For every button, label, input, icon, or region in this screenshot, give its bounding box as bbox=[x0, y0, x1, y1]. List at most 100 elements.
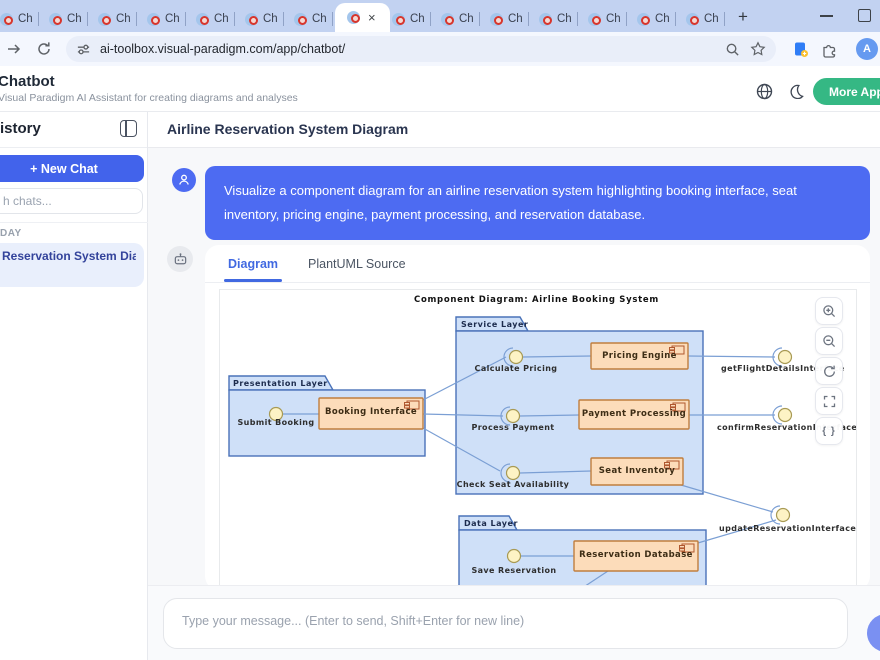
tab-label: Ch bbox=[18, 13, 33, 25]
app-header: Chatbot Visual Paradigm AI Assistant for… bbox=[0, 66, 880, 112]
component-seat-inventory: Seat Inventory bbox=[591, 466, 683, 476]
browser-tab[interactable]: Ch bbox=[284, 6, 333, 32]
history-sidebar: istory + New Chat DAY e Reservation Syst… bbox=[0, 112, 148, 660]
new-chat-button[interactable]: + New Chat bbox=[0, 155, 144, 182]
address-bar[interactable]: ai-toolbox.visual-paradigm.com/app/chatb… bbox=[66, 36, 776, 62]
dark-mode-moon-icon[interactable] bbox=[789, 84, 804, 99]
tab-close-icon[interactable]: × bbox=[368, 11, 376, 24]
tab-label: Ch bbox=[557, 13, 572, 25]
sidebar-divider bbox=[0, 222, 148, 223]
browser-tab[interactable]: Ch bbox=[186, 6, 235, 32]
port-check-seat-availability: Check Seat Availability bbox=[452, 480, 574, 489]
component-diagram-canvas bbox=[220, 290, 856, 585]
language-globe-icon[interactable] bbox=[756, 83, 773, 100]
sidebar-header: istory bbox=[0, 112, 147, 148]
user-message-bubble: Visualize a component diagram for an air… bbox=[205, 166, 870, 240]
browser-profile-avatar[interactable]: A bbox=[856, 38, 878, 60]
main-panel: Airline Reservation System Diagram Visua… bbox=[148, 112, 880, 660]
tab-favicon bbox=[441, 13, 454, 26]
chat-item-title: e Reservation System Dia... bbox=[0, 249, 136, 263]
browser-tab[interactable]: Ch bbox=[480, 6, 529, 32]
chat-item-time: M bbox=[0, 266, 136, 277]
window-minimize-button[interactable] bbox=[820, 15, 833, 17]
port-submit-booking: Submit Booking bbox=[228, 418, 324, 427]
tab-favicon bbox=[147, 13, 160, 26]
more-apps-button[interactable]: More Apps bbox=[813, 78, 880, 105]
chat-area: Visualize a component diagram for an air… bbox=[148, 148, 880, 585]
browser-tab[interactable]: Ch bbox=[529, 6, 578, 32]
zoom-page-icon[interactable] bbox=[725, 42, 740, 57]
tab-favicon bbox=[490, 13, 503, 26]
forward-icon[interactable] bbox=[6, 41, 22, 57]
bookmark-star-icon[interactable] bbox=[750, 41, 766, 57]
browser-tab[interactable]: Ch bbox=[235, 6, 284, 32]
tab-label: Ch bbox=[165, 13, 180, 25]
search-chats-input[interactable] bbox=[0, 188, 143, 214]
page-title: Airline Reservation System Diagram bbox=[167, 121, 408, 137]
tab-favicon bbox=[392, 13, 405, 26]
tab-diagram[interactable]: Diagram bbox=[228, 245, 278, 282]
send-button[interactable] bbox=[867, 614, 880, 652]
tab-favicon bbox=[0, 13, 13, 26]
browser-tab[interactable]: Ch bbox=[578, 6, 627, 32]
zoom-out-button[interactable] bbox=[815, 327, 843, 355]
browser-tab-bar: Ch Ch Ch Ch Ch Ch Ch × bbox=[0, 0, 880, 32]
tab-label: Ch bbox=[263, 13, 278, 25]
tab-label: Ch bbox=[312, 13, 327, 25]
window-maximize-button[interactable] bbox=[858, 9, 871, 22]
new-tab-button[interactable]: + bbox=[731, 5, 755, 29]
port-process-payment: Process Payment bbox=[468, 423, 558, 432]
package-data-layer: Data Layer bbox=[464, 519, 518, 528]
package-service-layer: Service Layer bbox=[461, 320, 528, 329]
browser-tab[interactable]: Ch bbox=[676, 6, 725, 32]
tab-group-left: Ch Ch Ch Ch Ch Ch Ch bbox=[0, 0, 333, 32]
tab-label: Ch bbox=[508, 13, 523, 25]
diagram-title: Component Diagram: Airline Booking Syste… bbox=[414, 295, 654, 305]
extensions-puzzle-icon[interactable] bbox=[821, 41, 838, 58]
reload-icon[interactable] bbox=[36, 41, 52, 57]
component-booking-interface: Booking Interface bbox=[319, 407, 423, 417]
browser-tab[interactable]: Ch bbox=[39, 6, 88, 32]
browser-tab[interactable]: Ch bbox=[627, 6, 676, 32]
fullscreen-button[interactable] bbox=[815, 387, 843, 415]
browser-tab-active[interactable]: × bbox=[335, 3, 390, 32]
view-source-button[interactable]: { } bbox=[815, 417, 843, 445]
reset-view-button[interactable] bbox=[815, 357, 843, 385]
tab-favicon bbox=[294, 13, 307, 26]
browser-tab[interactable]: Ch bbox=[0, 6, 39, 32]
tab-label: Ch bbox=[459, 13, 474, 25]
diagram-viewport[interactable]: Component Diagram: Airline Booking Syste… bbox=[219, 289, 857, 585]
result-tabs: Diagram PlantUML Source bbox=[205, 245, 870, 283]
port-calculate-pricing: Calculate Pricing bbox=[466, 364, 566, 373]
history-section-label: DAY bbox=[0, 228, 22, 239]
interface-update-reservation: updateReservationInterface bbox=[719, 524, 845, 533]
zoom-in-button[interactable] bbox=[815, 297, 843, 325]
tab-favicon bbox=[98, 13, 111, 26]
tab-label: Ch bbox=[410, 13, 425, 25]
browser-tab[interactable]: Ch bbox=[431, 6, 480, 32]
browser-tab[interactable]: Ch bbox=[88, 6, 137, 32]
tab-group-right: Ch Ch Ch Ch Ch Ch Ch bbox=[382, 0, 725, 32]
tab-plantuml-source[interactable]: PlantUML Source bbox=[308, 245, 406, 282]
history-title: istory bbox=[0, 120, 41, 137]
chat-history-item[interactable]: e Reservation System Dia... M bbox=[0, 243, 144, 287]
page-title-bar: Airline Reservation System Diagram bbox=[148, 112, 880, 148]
url-text[interactable]: ai-toolbox.visual-paradigm.com/app/chatb… bbox=[100, 42, 715, 56]
browser-tab[interactable]: Ch bbox=[137, 6, 186, 32]
app-subtitle: Visual Paradigm AI Assistant for creatin… bbox=[0, 92, 298, 104]
package-presentation-layer: Presentation Layer bbox=[233, 379, 328, 388]
tab-label: Ch bbox=[67, 13, 82, 25]
tab-favicon bbox=[588, 13, 601, 26]
browser-window: Ch Ch Ch Ch Ch Ch Ch × bbox=[0, 0, 880, 660]
message-input[interactable] bbox=[163, 598, 848, 649]
tab-label: Ch bbox=[116, 13, 131, 25]
save-to-google-icon[interactable] bbox=[792, 41, 809, 58]
app-title: Chatbot bbox=[0, 73, 55, 90]
component-reservation-database: Reservation Database bbox=[574, 550, 698, 560]
site-settings-icon[interactable] bbox=[76, 42, 91, 57]
tab-favicon bbox=[347, 11, 360, 24]
tab-label: Ch bbox=[704, 13, 719, 25]
tab-favicon bbox=[539, 13, 552, 26]
collapse-sidebar-icon[interactable] bbox=[120, 120, 137, 137]
browser-toolbar: ai-toolbox.visual-paradigm.com/app/chatb… bbox=[0, 32, 880, 66]
